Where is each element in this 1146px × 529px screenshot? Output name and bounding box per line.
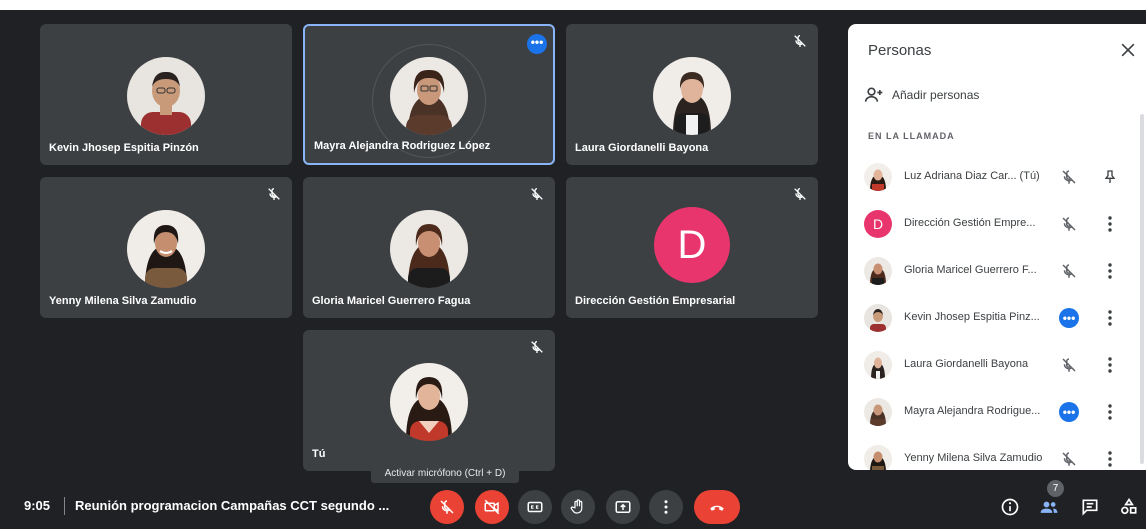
person-row[interactable]: Mayra Alejandra Rodrigue... ••• (848, 389, 1146, 436)
more-vert-icon[interactable] (1102, 402, 1118, 422)
people-button[interactable] (1034, 492, 1064, 522)
meeting-title: Reunión programacion Campañas CCT segund… (75, 498, 390, 513)
more-options-button[interactable] (649, 490, 683, 524)
person-avatar (864, 304, 892, 332)
person-name: Kevin Jhosep Espitia Pinz... (904, 311, 1040, 323)
captions-icon (527, 501, 543, 513)
mic-off-icon (440, 500, 454, 514)
participant-tile[interactable]: Gloria Maricel Guerrero Fagua (303, 177, 555, 318)
activities-icon (1121, 497, 1137, 515)
person-row[interactable]: Luz Adriana Diaz Car... (Tú) (848, 154, 1146, 201)
letter-avatar: D (654, 207, 730, 283)
mic-off-icon (794, 188, 806, 200)
more-vert-icon (664, 500, 668, 514)
bottom-bar: 9:05 Reunión programacion Campañas CCT s… (0, 485, 1146, 529)
activities-button[interactable] (1114, 492, 1144, 522)
leave-call-button[interactable] (694, 490, 740, 524)
hang-up-icon (710, 505, 724, 511)
clock: 9:05 (24, 498, 51, 513)
person-name: Mayra Alejandra Rodrigue... (904, 405, 1041, 417)
person-row[interactable]: Laura Giordanelli Bayona (848, 342, 1146, 389)
divider (64, 497, 65, 515)
mic-off-icon (1059, 261, 1079, 281)
person-name: Yenny Milena Silva Zamudio (904, 452, 1043, 464)
person-avatar (864, 351, 892, 379)
present-button[interactable] (606, 490, 640, 524)
participant-tile[interactable]: Kevin Jhosep Espitia Pinzón (40, 24, 292, 165)
mic-off-icon (1059, 167, 1079, 187)
captions-button[interactable] (518, 490, 552, 524)
more-vert-icon[interactable] (1102, 261, 1118, 281)
hand-icon (570, 499, 583, 514)
mic-off-icon (794, 35, 806, 47)
more-vert-icon[interactable] (1102, 214, 1118, 234)
participant-avatar (390, 57, 468, 135)
participant-name: Tú (312, 448, 326, 460)
person-row[interactable]: Kevin Jhosep Espitia Pinz... ••• (848, 295, 1146, 342)
add-people-label: Añadir personas (892, 88, 980, 102)
scrollbar[interactable] (1140, 114, 1144, 464)
chat-icon (1082, 499, 1098, 516)
add-people-button[interactable]: Añadir personas (864, 84, 979, 106)
mic-toggle-button[interactable] (430, 490, 464, 524)
chat-button[interactable] (1075, 492, 1105, 522)
person-row[interactable]: Yenny Milena Silva Zamudio (848, 436, 1146, 470)
raise-hand-button[interactable] (561, 490, 595, 524)
more-options-icon[interactable]: ••• (527, 34, 547, 54)
person-avatar (864, 398, 892, 426)
person-avatar (864, 163, 892, 191)
mic-off-icon (268, 188, 280, 200)
person-name: Dirección Gestión Empre... (904, 217, 1036, 229)
info-icon (1001, 498, 1019, 516)
mic-off-icon (1059, 214, 1079, 234)
people-panel: Personas Añadir personas EN LA LLAMADA L… (848, 24, 1146, 470)
participant-tile-active[interactable]: ••• Mayra Alejandra Rodriguez López (303, 24, 555, 165)
participant-tile[interactable]: D Dirección Gestión Empresarial (566, 177, 818, 318)
tooltip: Activar micrófono (Ctrl + D) (371, 464, 519, 483)
participant-name: Yenny Milena Silva Zamudio (49, 295, 197, 307)
close-icon[interactable] (1118, 40, 1138, 60)
mic-off-icon (531, 341, 543, 353)
mic-off-icon (1059, 449, 1079, 469)
participant-avatar (653, 57, 731, 135)
more-vert-icon[interactable] (1102, 449, 1118, 469)
pin-icon[interactable] (1102, 167, 1118, 187)
participant-name: Dirección Gestión Empresarial (575, 295, 736, 307)
participant-name: Gloria Maricel Guerrero Fagua (312, 295, 471, 307)
participant-avatar (127, 57, 205, 135)
self-tile[interactable]: Tú (303, 330, 555, 471)
participant-avatar (127, 210, 205, 288)
more-vert-icon[interactable] (1102, 355, 1118, 375)
person-name: Luz Adriana Diaz Car... (Tú) (904, 170, 1040, 182)
meeting-details-button[interactable] (995, 492, 1025, 522)
mic-off-icon (531, 188, 543, 200)
add-person-icon (864, 87, 883, 102)
camera-toggle-button[interactable] (475, 490, 509, 524)
person-avatar-letter: D (864, 210, 892, 238)
participant-tile[interactable]: Laura Giordanelli Bayona (566, 24, 818, 165)
person-avatar (864, 445, 892, 470)
person-row[interactable]: D Dirección Gestión Empre... (848, 201, 1146, 248)
more-vert-icon[interactable] (1102, 308, 1118, 328)
participant-name: Laura Giordanelli Bayona (575, 142, 709, 154)
people-icon (1040, 501, 1058, 513)
participant-avatar (390, 210, 468, 288)
participant-avatar (390, 363, 468, 441)
camera-off-icon (484, 499, 500, 515)
participant-name: Kevin Jhosep Espitia Pinzón (49, 142, 199, 154)
participant-name: Mayra Alejandra Rodriguez López (314, 140, 491, 152)
section-header: EN LA LLAMADA (868, 131, 955, 141)
person-name: Gloria Maricel Guerrero F... (904, 264, 1037, 276)
speaking-icon: ••• (1059, 308, 1079, 328)
person-name: Laura Giordanelli Bayona (904, 358, 1029, 370)
mic-off-icon (1059, 355, 1079, 375)
top-strip (0, 0, 1146, 10)
speaking-icon: ••• (1059, 402, 1079, 422)
person-avatar (864, 257, 892, 285)
participant-count-badge: 7 (1047, 480, 1064, 497)
present-icon (615, 501, 631, 513)
person-row[interactable]: Gloria Maricel Guerrero F... (848, 248, 1146, 295)
panel-title: Personas (868, 42, 932, 59)
participant-tile[interactable]: Yenny Milena Silva Zamudio (40, 177, 292, 318)
